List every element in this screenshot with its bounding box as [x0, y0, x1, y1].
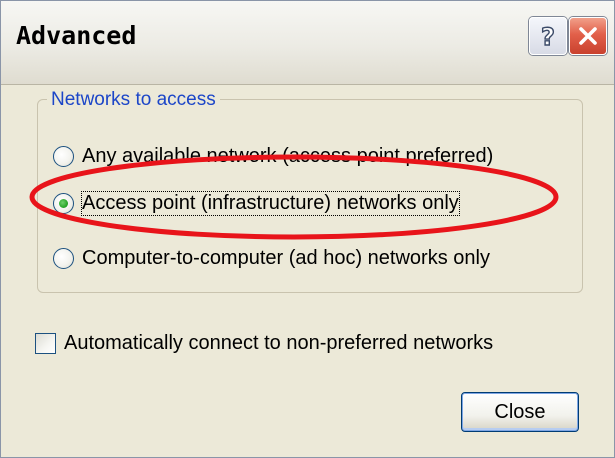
radio-button-unchecked[interactable]: [53, 145, 74, 167]
radio-ad-hoc-only[interactable]: Computer-to-computer (ad hoc) networks o…: [53, 246, 490, 270]
radio-any-network-label: Any available network (access point pref…: [82, 144, 494, 167]
radio-access-point-only[interactable]: Access point (infrastructure) networks o…: [53, 190, 460, 216]
radio-ad-hoc-only-label: Computer-to-computer (ad hoc) networks o…: [82, 246, 490, 269]
auto-connect-checkbox[interactable]: [35, 332, 56, 354]
radio-access-point-only-label: Access point (infrastructure) networks o…: [81, 190, 460, 216]
help-button[interactable]: ?: [529, 17, 567, 55]
networks-group-legend: Networks to access: [47, 89, 220, 111]
dialog-title: Advanced: [16, 21, 137, 50]
advanced-dialog: Advanced ? Networks to access Any availa…: [0, 0, 615, 458]
close-button[interactable]: Close: [461, 392, 579, 432]
question-mark-icon: ?: [540, 23, 555, 49]
radio-any-network[interactable]: Any available network (access point pref…: [53, 144, 493, 168]
title-bar[interactable]: Advanced ?: [1, 1, 614, 85]
x-icon: [579, 27, 597, 45]
radio-button-unchecked[interactable]: [53, 247, 74, 269]
auto-connect-label: Automatically connect to non-preferred n…: [64, 331, 494, 354]
close-window-button[interactable]: [569, 17, 607, 55]
svg-text:?: ?: [541, 23, 555, 49]
auto-connect-option[interactable]: Automatically connect to non-preferred n…: [35, 331, 493, 355]
radio-button-checked[interactable]: [53, 192, 74, 214]
